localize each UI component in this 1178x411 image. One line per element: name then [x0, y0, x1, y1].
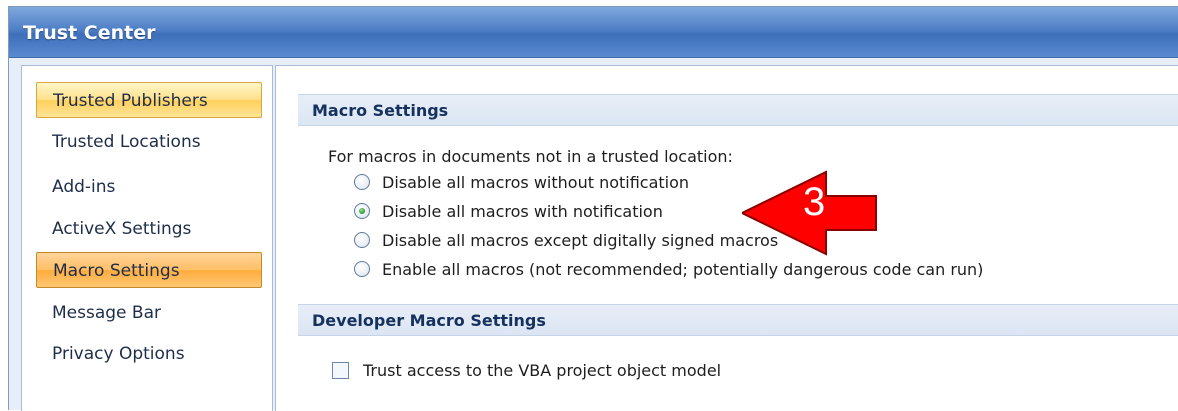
option-disable-no-notification[interactable]: Disable all macros without notification — [354, 170, 689, 194]
nav-item-activex-settings[interactable]: ActiveX Settings — [36, 211, 262, 247]
option-label: Enable all macros (not recommended; pote… — [382, 259, 984, 279]
trust-center-window: Trust Center Trusted Publishers Trusted … — [8, 6, 1178, 411]
option-disable-with-notification[interactable]: Disable all macros with notification — [354, 199, 663, 223]
nav-item-trusted-locations[interactable]: Trusted Locations — [36, 124, 262, 160]
option-label: Disable all macros without notification — [382, 172, 690, 192]
macro-intro-text: For macros in documents not in a trusted… — [328, 147, 733, 166]
macro-settings-header: Macro Settings — [298, 94, 1178, 126]
nav-item-message-bar[interactable]: Message Bar — [36, 295, 262, 331]
radio-disable-with-notification[interactable] — [354, 203, 370, 219]
nav-item-macro-settings[interactable]: Macro Settings — [36, 252, 262, 288]
red-arrow-annotation: 3 — [739, 170, 882, 256]
option-enable-all[interactable]: Enable all macros (not recommended; pote… — [354, 257, 983, 281]
nav-item-add-ins[interactable]: Add-ins — [36, 169, 262, 205]
window-title: Trust Center — [23, 22, 156, 44]
nav-item-trusted-publishers[interactable]: Trusted Publishers — [36, 82, 262, 118]
trust-vba-access-option[interactable]: Trust access to the VBA project object m… — [332, 361, 721, 380]
developer-macro-settings-header: Developer Macro Settings — [298, 304, 1178, 336]
option-disable-except-signed[interactable]: Disable all macros except digitally sign… — [354, 228, 778, 252]
nav-item-privacy-options[interactable]: Privacy Options — [36, 336, 262, 372]
option-label: Disable all macros except digitally sign… — [382, 230, 779, 250]
annotation-number: 3 — [803, 180, 826, 224]
radio-disable-no-notification[interactable] — [354, 174, 370, 190]
nav-pane: Trusted Publishers Trusted Locations Add… — [21, 65, 273, 411]
option-label: Disable all macros with notification — [382, 201, 663, 221]
radio-enable-all[interactable] — [354, 261, 370, 277]
trust-vba-checkbox[interactable] — [332, 362, 349, 379]
title-bar: Trust Center — [9, 7, 1178, 58]
content-pane: Macro Settings For macros in documents n… — [275, 65, 1178, 411]
trust-vba-label: Trust access to the VBA project object m… — [363, 361, 722, 380]
radio-disable-except-signed[interactable] — [354, 232, 370, 248]
